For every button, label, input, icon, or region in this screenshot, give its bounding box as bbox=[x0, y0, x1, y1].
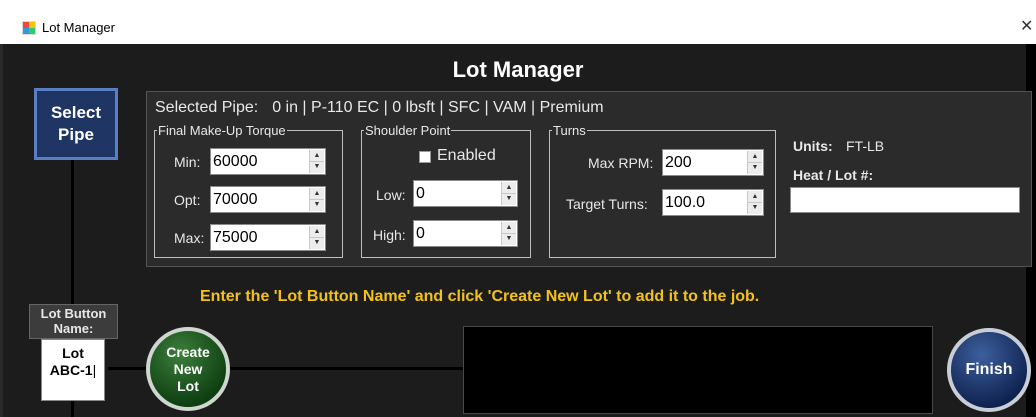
heat-lot-input[interactable] bbox=[790, 187, 1020, 213]
torque-min-value: 60000 bbox=[213, 153, 258, 170]
turns-group-title: Turns bbox=[553, 123, 586, 138]
create-new-lot-button[interactable]: Create New Lot bbox=[146, 327, 230, 411]
window-title: Lot Manager bbox=[42, 20, 115, 35]
max-rpm-label: Max RPM: bbox=[588, 155, 654, 171]
spinner-down-icon[interactable]: ▼ bbox=[748, 202, 762, 213]
stepper-buttons: ▲ ▼ bbox=[501, 182, 516, 205]
torque-group-title: Final Make-Up Torque bbox=[158, 123, 286, 138]
torque-max-stepper[interactable]: 75000 ▲ ▼ bbox=[210, 224, 326, 251]
shoulder-high-stepper[interactable]: 0 ▲ ▼ bbox=[413, 220, 518, 247]
lot-button-name-label: Lot Button Name: bbox=[29, 304, 118, 339]
heat-lot-label: Heat / Lot #: bbox=[793, 167, 874, 183]
connector-line-vertical bbox=[71, 160, 74, 305]
stepper-buttons: ▲ ▼ bbox=[747, 151, 762, 174]
stepper-buttons: ▲ ▼ bbox=[309, 226, 324, 249]
left-edge bbox=[0, 44, 3, 417]
torque-opt-value: 70000 bbox=[213, 191, 258, 208]
selected-pipe-row: Selected Pipe: 0 in | P-110 EC | 0 lbsft … bbox=[155, 99, 604, 117]
target-turns-stepper[interactable]: 100.0 ▲ ▼ bbox=[662, 189, 764, 216]
instruction-text: Enter the 'Lot Button Name' and click 'C… bbox=[200, 288, 760, 305]
shoulder-high-value: 0 bbox=[416, 225, 425, 242]
target-turns-value: 100.0 bbox=[665, 194, 706, 211]
title-bar: Lot Manager ✕ bbox=[10, 0, 1036, 44]
torque-min-stepper[interactable]: 60000 ▲ ▼ bbox=[210, 148, 326, 175]
stepper-buttons: ▲ ▼ bbox=[309, 150, 324, 173]
spinner-down-icon[interactable]: ▼ bbox=[310, 199, 324, 210]
lot-list-area[interactable] bbox=[463, 326, 933, 414]
units-value: FT-LB bbox=[846, 138, 885, 154]
shoulder-low-label: Low: bbox=[376, 187, 406, 203]
stepper-buttons: ▲ ▼ bbox=[747, 191, 762, 214]
max-rpm-stepper[interactable]: 200 ▲ ▼ bbox=[662, 149, 764, 176]
spinner-down-icon[interactable]: ▼ bbox=[310, 161, 324, 172]
shoulder-low-stepper[interactable]: 0 ▲ ▼ bbox=[413, 180, 518, 207]
selected-pipe-value: 0 in | P-110 EC | 0 lbsft | SFC | VAM | … bbox=[272, 99, 604, 116]
stepper-buttons: ▲ ▼ bbox=[309, 188, 324, 211]
units-label: Units: bbox=[793, 138, 833, 154]
select-pipe-button[interactable]: Select Pipe bbox=[34, 88, 118, 160]
target-turns-label: Target Turns: bbox=[566, 196, 648, 212]
page-title: Lot Manager bbox=[452, 57, 584, 82]
shoulder-point-title: Shoulder Point bbox=[365, 123, 451, 138]
shoulder-low-value: 0 bbox=[416, 185, 425, 202]
shoulder-enabled-label: Enabled bbox=[437, 147, 496, 164]
selected-pipe-label: Selected Pipe: bbox=[155, 99, 259, 116]
torque-min-label: Min: bbox=[174, 154, 201, 170]
spinner-down-icon[interactable]: ▼ bbox=[502, 233, 516, 244]
max-rpm-value: 200 bbox=[665, 154, 692, 171]
shoulder-high-label: High: bbox=[373, 227, 406, 243]
shoulder-enabled-checkbox[interactable] bbox=[419, 151, 431, 163]
stepper-buttons: ▲ ▼ bbox=[501, 222, 516, 245]
torque-opt-label: Opt: bbox=[174, 192, 201, 208]
lot-button-name-input[interactable]: Lot ABC-1 bbox=[41, 339, 105, 401]
torque-max-value: 75000 bbox=[213, 229, 258, 246]
spinner-down-icon[interactable]: ▼ bbox=[502, 193, 516, 204]
finish-button[interactable]: Finish bbox=[947, 328, 1031, 412]
window-grid-icon bbox=[22, 21, 36, 35]
spinner-down-icon[interactable]: ▼ bbox=[748, 162, 762, 173]
close-icon[interactable]: ✕ bbox=[1020, 18, 1033, 36]
spinner-down-icon[interactable]: ▼ bbox=[310, 237, 324, 248]
torque-max-label: Max: bbox=[174, 230, 205, 246]
torque-opt-stepper[interactable]: 70000 ▲ ▼ bbox=[210, 186, 326, 213]
